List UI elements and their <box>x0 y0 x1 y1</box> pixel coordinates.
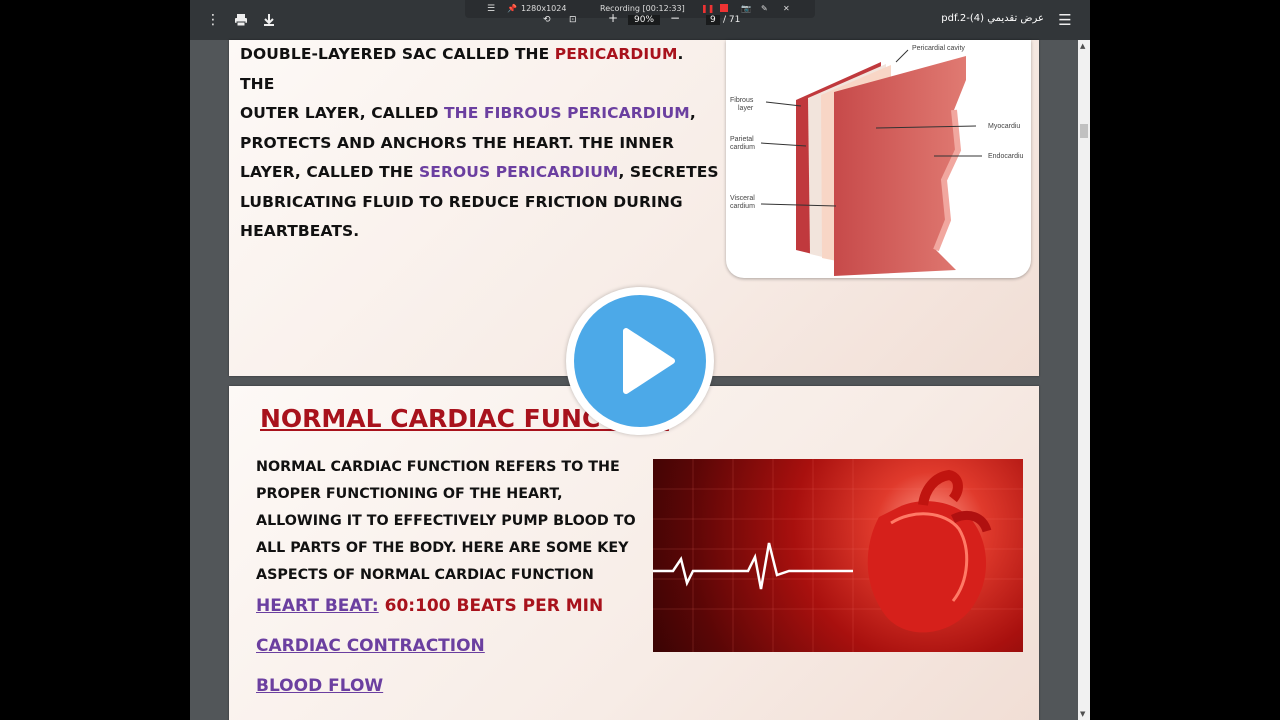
text-span: , <box>689 104 696 122</box>
scroll-up-icon[interactable]: ▲ <box>1080 42 1085 50</box>
label-visceral: Visceral cardium <box>730 195 755 211</box>
label-line: Fibrous <box>730 97 754 104</box>
kebab-icon[interactable]: ⋮ <box>204 11 222 29</box>
label-myocardium: Myocardiu <box>988 123 1021 130</box>
play-button[interactable] <box>566 287 714 435</box>
label-pericardial-cavity: Pericardial cavity <box>912 45 965 52</box>
zoom-level[interactable]: 90% <box>628 15 661 25</box>
zoom-in-button[interactable]: + <box>608 11 618 25</box>
rotate-icon[interactable]: ⟲ <box>543 15 551 25</box>
blood-flow-item: BLOOD FLOW <box>256 676 383 696</box>
pericardium-term: PERICARDIUM <box>554 45 678 63</box>
label-line: cardium <box>730 203 755 210</box>
pericardium-paragraph: DOUBLE-LAYERED SAC CALLED THE PERICARDIU… <box>240 40 720 247</box>
camera-icon[interactable]: 📷 <box>741 4 751 13</box>
zoom-out-button[interactable]: − <box>670 11 680 25</box>
heart-ecg-image <box>653 459 1023 652</box>
heart-illustration <box>653 459 1023 652</box>
pericardium-illustration <box>760 49 982 276</box>
play-icon <box>623 328 675 394</box>
page-total: / 71 <box>723 15 741 25</box>
pericardium-diagram: Pericardial cavity Fibrous layer Parietal… <box>726 40 1031 278</box>
pin-icon[interactable]: 📌 <box>507 4 517 13</box>
fit-page-icon[interactable]: ⊡ <box>569 15 577 25</box>
stop-record-icon[interactable] <box>720 4 728 12</box>
cardiac-function-paragraph: NORMAL CARDIAC FUNCTION REFERS TO THE PR… <box>256 454 646 589</box>
play-button-inner <box>574 295 706 427</box>
cardiac-contraction-item: CARDIAC CONTRACTION <box>256 636 485 656</box>
text-line: ASPECTS OF NORMAL CARDIAC FUNCTION <box>256 567 594 583</box>
text-line: PROPER FUNCTIONING OF THE HEART, <box>256 486 563 502</box>
pause-record-icon[interactable]: ❚❚ <box>701 4 714 13</box>
cardiac-contraction-link[interactable]: CARDIAC CONTRACTION <box>256 636 485 656</box>
scrollbar-thumb[interactable] <box>1080 124 1088 138</box>
toolbar: ⋮ ☰ 📌 1280x1024 Recording [00:12:33] ❚❚ … <box>190 0 1090 40</box>
heart-beat-item: HEART BEAT: 60:100 BEATS PER MIN <box>256 596 603 616</box>
pdf-page-10: NORMAL CARDIAC FUNCTION NORMAL CARDIAC F… <box>229 386 1039 720</box>
recorder-resolution: 1280x1024 <box>521 4 567 13</box>
page-number-input[interactable]: 9 <box>706 15 720 25</box>
label-endocardium: Endocardiu <box>988 153 1024 160</box>
document-title: عرض تقديمي (4)-pdf.2 <box>941 13 1044 24</box>
heart-beat-value: 60:100 BEATS PER MIN <box>378 596 604 616</box>
text-line: LUBRICATING FLUID TO REDUCE FRICTION DUR… <box>240 192 683 211</box>
text-line: HEARTBEATS. <box>240 222 360 240</box>
text-line: PROTECTS AND ANCHORS THE HEART. THE INNE… <box>240 133 675 152</box>
label-line: Parietal <box>730 136 754 143</box>
print-icon[interactable] <box>232 11 250 29</box>
text-line: ALL PARTS OF THE BODY. HERE ARE SOME KEY <box>256 540 629 556</box>
vertical-scrollbar[interactable]: ▲ ▼ <box>1078 40 1090 720</box>
scroll-down-icon[interactable]: ▼ <box>1080 710 1085 718</box>
label-parietal: Parietal cardium <box>730 136 755 152</box>
label-line: Visceral <box>730 195 755 202</box>
fibrous-pericardium-term: THE FIBROUS PERICARDIUM <box>443 104 690 122</box>
blood-flow-link[interactable]: BLOOD FLOW <box>256 676 383 696</box>
recorder-menu-icon[interactable]: ☰ <box>487 4 495 14</box>
hamburger-icon[interactable]: ☰ <box>1056 11 1074 29</box>
label-line: layer <box>738 105 754 112</box>
text-span: DOUBLE-LAYERED SAC CALLED THE <box>240 45 555 63</box>
text-span: OUTER LAYER, CALLED <box>240 104 444 122</box>
text-line: NORMAL CARDIAC FUNCTION REFERS TO THE <box>256 459 620 475</box>
pen-icon[interactable]: ✎ <box>761 4 768 13</box>
text-span: LAYER, CALLED THE <box>240 163 420 181</box>
label-fibrous-layer: Fibrous layer <box>730 97 753 113</box>
download-icon[interactable] <box>260 11 278 29</box>
serous-pericardium-term: SEROUS PERICARDIUM <box>419 163 619 181</box>
text-span: , SECRETES <box>618 163 719 181</box>
label-line: cardium <box>730 144 755 151</box>
text-line: ALLOWING IT TO EFFECTIVELY PUMP BLOOD TO <box>256 513 636 529</box>
close-recorder-icon[interactable]: ✕ <box>783 4 790 13</box>
heart-beat-label[interactable]: HEART BEAT: <box>256 596 379 616</box>
